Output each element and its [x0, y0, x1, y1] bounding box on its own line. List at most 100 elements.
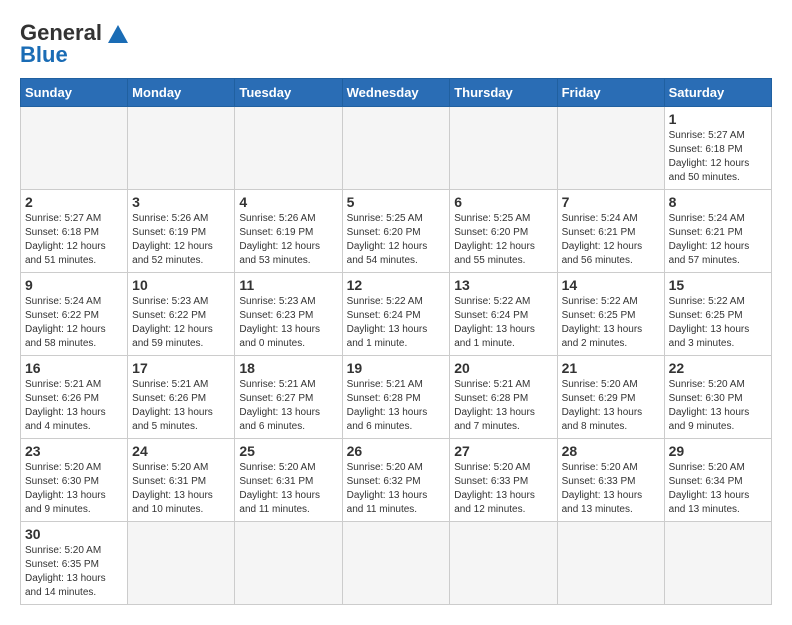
header: General Blue: [20, 20, 772, 68]
calendar-cell: 3 Sunrise: 5:26 AM Sunset: 6:19 PM Daylig…: [128, 190, 235, 273]
calendar-cell: 21 Sunrise: 5:20 AM Sunset: 6:29 PM Dayli…: [557, 356, 664, 439]
calendar-cell: 10 Sunrise: 5:23 AM Sunset: 6:22 PM Dayli…: [128, 273, 235, 356]
day-info: Sunrise: 5:25 AM Sunset: 6:20 PM Dayligh…: [347, 212, 446, 268]
weekday-header-monday: Monday: [128, 79, 235, 107]
day-info: Sunrise: 5:24 AM Sunset: 6:22 PM Dayligh…: [25, 295, 123, 351]
day-info: Sunrise: 5:20 AM Sunset: 6:32 PM Dayligh…: [347, 461, 446, 517]
day-info: Sunrise: 5:24 AM Sunset: 6:21 PM Dayligh…: [562, 212, 660, 268]
day-info: Sunrise: 5:26 AM Sunset: 6:19 PM Dayligh…: [239, 212, 337, 268]
calendar-cell: 20 Sunrise: 5:21 AM Sunset: 6:28 PM Dayli…: [450, 356, 557, 439]
day-info: Sunrise: 5:20 AM Sunset: 6:33 PM Dayligh…: [562, 461, 660, 517]
day-number: 23: [25, 443, 123, 459]
calendar-cell: [664, 522, 771, 605]
day-info: Sunrise: 5:20 AM Sunset: 6:30 PM Dayligh…: [25, 461, 123, 517]
day-info: Sunrise: 5:22 AM Sunset: 6:25 PM Dayligh…: [562, 295, 660, 351]
calendar-cell: [342, 522, 450, 605]
day-info: Sunrise: 5:20 AM Sunset: 6:31 PM Dayligh…: [132, 461, 230, 517]
calendar-cell: 6Sunrise: 5:25 AM Sunset: 6:20 PM Daylig…: [450, 190, 557, 273]
calendar-cell: 16Sunrise: 5:21 AM Sunset: 6:26 PM Dayli…: [21, 356, 128, 439]
day-info: Sunrise: 5:27 AM Sunset: 6:18 PM Dayligh…: [25, 212, 123, 268]
day-info: Sunrise: 5:22 AM Sunset: 6:25 PM Dayligh…: [669, 295, 767, 351]
calendar-cell: 7 Sunrise: 5:24 AM Sunset: 6:21 PM Daylig…: [557, 190, 664, 273]
day-info: Sunrise: 5:20 AM Sunset: 6:29 PM Dayligh…: [562, 378, 660, 434]
week-row-4: 16Sunrise: 5:21 AM Sunset: 6:26 PM Dayli…: [21, 356, 772, 439]
week-row-1: 1 Sunrise: 5:27 AM Sunset: 6:18 PM Daylig…: [21, 107, 772, 190]
day-info: Sunrise: 5:23 AM Sunset: 6:22 PM Dayligh…: [132, 295, 230, 351]
day-info: Sunrise: 5:24 AM Sunset: 6:21 PM Dayligh…: [669, 212, 767, 268]
calendar-cell: 22 Sunrise: 5:20 AM Sunset: 6:30 PM Dayli…: [664, 356, 771, 439]
day-number: 15: [669, 277, 767, 293]
day-info: Sunrise: 5:21 AM Sunset: 6:28 PM Dayligh…: [454, 378, 552, 434]
day-info: Sunrise: 5:20 AM Sunset: 6:30 PM Dayligh…: [669, 378, 767, 434]
day-info: Sunrise: 5:20 AM Sunset: 6:35 PM Dayligh…: [25, 544, 123, 600]
day-number: 26: [347, 443, 446, 459]
calendar-cell: 18 Sunrise: 5:21 AM Sunset: 6:27 PM Dayli…: [235, 356, 342, 439]
day-info: Sunrise: 5:20 AM Sunset: 6:33 PM Dayligh…: [454, 461, 552, 517]
day-info: Sunrise: 5:21 AM Sunset: 6:26 PM Dayligh…: [132, 378, 230, 434]
calendar-cell: 13Sunrise: 5:22 AM Sunset: 6:24 PM Dayli…: [450, 273, 557, 356]
calendar-cell: 17Sunrise: 5:21 AM Sunset: 6:26 PM Dayli…: [128, 356, 235, 439]
day-number: 21: [562, 360, 660, 376]
logo: General Blue: [20, 20, 131, 68]
day-number: 10: [132, 277, 230, 293]
week-row-5: 23 Sunrise: 5:20 AM Sunset: 6:30 PM Dayli…: [21, 439, 772, 522]
week-row-2: 2Sunrise: 5:27 AM Sunset: 6:18 PM Daylig…: [21, 190, 772, 273]
day-number: 18: [239, 360, 337, 376]
calendar-cell: 5 Sunrise: 5:25 AM Sunset: 6:20 PM Daylig…: [342, 190, 450, 273]
calendar-cell: [557, 522, 664, 605]
day-info: Sunrise: 5:26 AM Sunset: 6:19 PM Dayligh…: [132, 212, 230, 268]
calendar-cell: 15 Sunrise: 5:22 AM Sunset: 6:25 PM Dayli…: [664, 273, 771, 356]
weekday-header-tuesday: Tuesday: [235, 79, 342, 107]
weekday-header-row: SundayMondayTuesdayWednesdayThursdayFrid…: [21, 79, 772, 107]
day-number: 28: [562, 443, 660, 459]
calendar-cell: [128, 107, 235, 190]
calendar-cell: 23 Sunrise: 5:20 AM Sunset: 6:30 PM Dayli…: [21, 439, 128, 522]
day-number: 9: [25, 277, 123, 293]
day-number: 3: [132, 194, 230, 210]
calendar-cell: 1 Sunrise: 5:27 AM Sunset: 6:18 PM Daylig…: [664, 107, 771, 190]
weekday-header-saturday: Saturday: [664, 79, 771, 107]
calendar-table: SundayMondayTuesdayWednesdayThursdayFrid…: [20, 78, 772, 605]
day-number: 30: [25, 526, 123, 542]
day-number: 19: [347, 360, 446, 376]
calendar-cell: [21, 107, 128, 190]
day-info: Sunrise: 5:20 AM Sunset: 6:34 PM Dayligh…: [669, 461, 767, 517]
calendar-cell: [235, 522, 342, 605]
day-number: 29: [669, 443, 767, 459]
day-info: Sunrise: 5:21 AM Sunset: 6:28 PM Dayligh…: [347, 378, 446, 434]
day-number: 20: [454, 360, 552, 376]
day-number: 13: [454, 277, 552, 293]
week-row-6: 30 Sunrise: 5:20 AM Sunset: 6:35 PM Dayli…: [21, 522, 772, 605]
calendar-cell: [342, 107, 450, 190]
day-number: 1: [669, 111, 767, 127]
logo-triangle-icon: [105, 20, 131, 46]
day-info: Sunrise: 5:21 AM Sunset: 6:27 PM Dayligh…: [239, 378, 337, 434]
day-number: 25: [239, 443, 337, 459]
calendar-cell: 9 Sunrise: 5:24 AM Sunset: 6:22 PM Daylig…: [21, 273, 128, 356]
day-number: 7: [562, 194, 660, 210]
day-info: Sunrise: 5:20 AM Sunset: 6:31 PM Dayligh…: [239, 461, 337, 517]
day-number: 24: [132, 443, 230, 459]
day-number: 22: [669, 360, 767, 376]
day-info: Sunrise: 5:27 AM Sunset: 6:18 PM Dayligh…: [669, 129, 767, 185]
calendar-cell: 11Sunrise: 5:23 AM Sunset: 6:23 PM Dayli…: [235, 273, 342, 356]
calendar-cell: 4 Sunrise: 5:26 AM Sunset: 6:19 PM Daylig…: [235, 190, 342, 273]
calendar-cell: 29 Sunrise: 5:20 AM Sunset: 6:34 PM Dayli…: [664, 439, 771, 522]
calendar-cell: [235, 107, 342, 190]
logo-blue: Blue: [20, 42, 68, 68]
calendar-cell: 30 Sunrise: 5:20 AM Sunset: 6:35 PM Dayli…: [21, 522, 128, 605]
calendar-cell: 28 Sunrise: 5:20 AM Sunset: 6:33 PM Dayli…: [557, 439, 664, 522]
weekday-header-thursday: Thursday: [450, 79, 557, 107]
day-number: 4: [239, 194, 337, 210]
calendar-cell: [450, 107, 557, 190]
day-number: 12: [347, 277, 446, 293]
week-row-3: 9 Sunrise: 5:24 AM Sunset: 6:22 PM Daylig…: [21, 273, 772, 356]
day-number: 14: [562, 277, 660, 293]
calendar-cell: 19 Sunrise: 5:21 AM Sunset: 6:28 PM Dayli…: [342, 356, 450, 439]
day-number: 11: [239, 277, 337, 293]
calendar-cell: 14 Sunrise: 5:22 AM Sunset: 6:25 PM Dayli…: [557, 273, 664, 356]
calendar-cell: 25 Sunrise: 5:20 AM Sunset: 6:31 PM Dayli…: [235, 439, 342, 522]
day-number: 5: [347, 194, 446, 210]
day-info: Sunrise: 5:21 AM Sunset: 6:26 PM Dayligh…: [25, 378, 123, 434]
weekday-header-sunday: Sunday: [21, 79, 128, 107]
